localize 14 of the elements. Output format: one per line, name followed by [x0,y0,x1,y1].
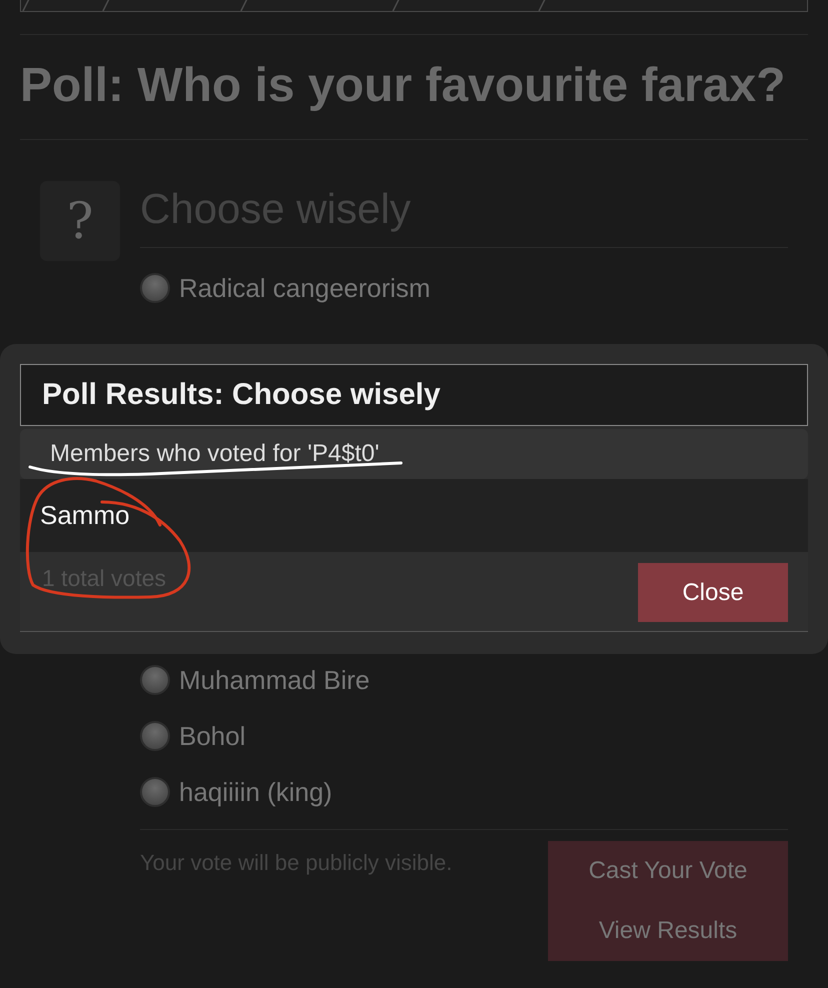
option-label: Bohol [179,723,246,749]
dialog-title: Poll Results: Choose wisely [42,378,440,412]
radio-button[interactable] [140,665,170,695]
option-label: haqiiiin (king) [179,779,332,805]
option-label: Muhammad Bire [179,667,370,693]
question-icon: ? [40,181,120,261]
poll-title: Poll: Who is your favourite farax? [20,59,786,113]
radio-button[interactable] [140,273,170,303]
option-label: Radical cangeerorism [179,275,430,301]
voter-name: Sammo [20,479,808,552]
members-tab[interactable]: Members who voted for 'P4$t0' [20,429,808,479]
radio-button[interactable] [140,721,170,751]
radio-button[interactable] [140,777,170,807]
close-button[interactable]: Close [638,563,788,622]
